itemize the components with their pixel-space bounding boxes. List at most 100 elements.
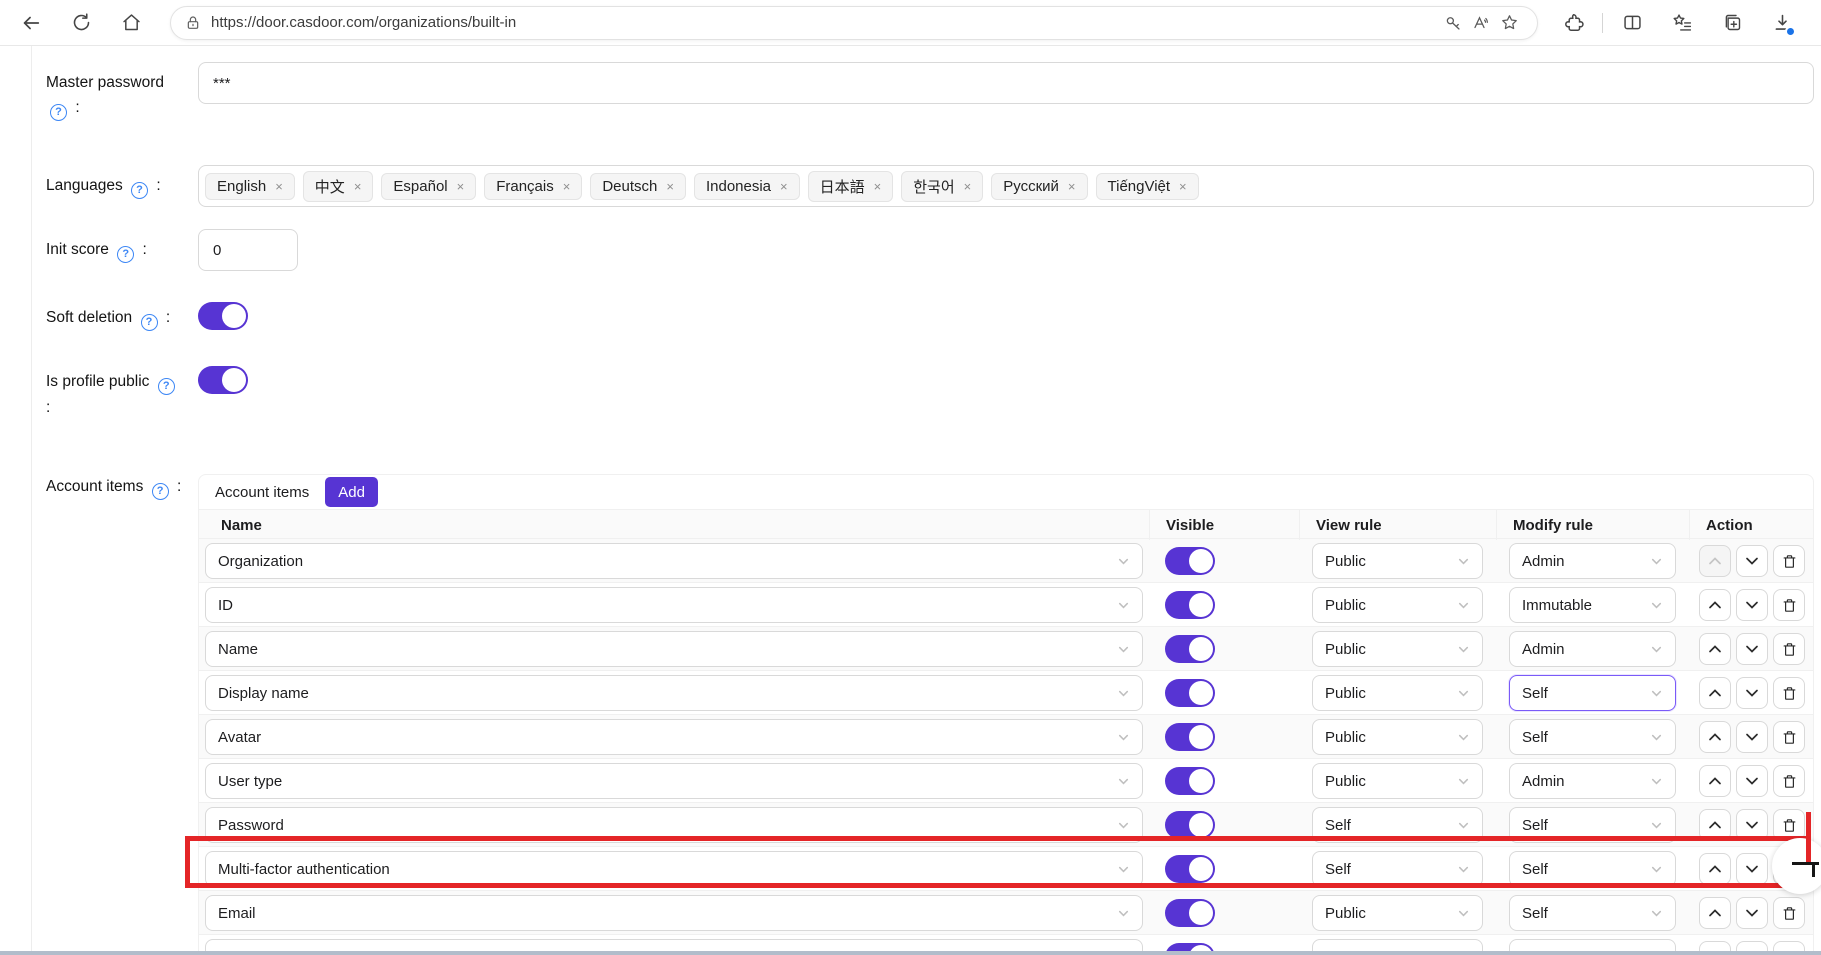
address-bar[interactable]: https://door.casdoor.com/organizations/b… [170, 6, 1538, 40]
move-down-button[interactable] [1736, 809, 1768, 841]
view-rule-select[interactable]: Public [1312, 719, 1483, 755]
split-screen-button[interactable] [1614, 5, 1650, 41]
key-icon [1444, 14, 1462, 32]
item-name-select[interactable]: Organization [205, 543, 1143, 579]
delete-button[interactable] [1773, 677, 1805, 709]
tag-close-icon[interactable]: × [780, 180, 788, 193]
help-icon[interactable]: ? [152, 483, 169, 500]
item-name-select[interactable]: ID [205, 587, 1143, 623]
help-icon[interactable]: ? [50, 104, 67, 121]
move-up-button[interactable] [1699, 721, 1731, 753]
favorites-button[interactable] [1664, 5, 1700, 41]
visible-toggle[interactable] [1165, 855, 1215, 883]
modify-rule-select[interactable]: Self [1509, 675, 1676, 711]
tag-close-icon[interactable]: × [666, 180, 674, 193]
view-rule-select[interactable]: Public [1312, 543, 1483, 579]
languages-box[interactable]: English× 中文× Español× Français× Deutsch×… [198, 165, 1814, 207]
tag-close-icon[interactable]: × [457, 180, 465, 193]
tag-close-icon[interactable]: × [275, 180, 283, 193]
tag-close-icon[interactable]: × [964, 180, 972, 193]
item-name-select[interactable]: Display name [205, 675, 1143, 711]
modify-rule-select[interactable]: Self [1509, 895, 1676, 931]
delete-button[interactable] [1773, 545, 1805, 577]
move-down-button[interactable] [1736, 853, 1768, 885]
modify-rule-select[interactable]: Immutable [1509, 587, 1676, 623]
visible-toggle[interactable] [1165, 591, 1215, 619]
visible-toggle[interactable] [1165, 723, 1215, 751]
modify-rule-select[interactable]: Self [1509, 719, 1676, 755]
view-rule-select[interactable]: Public [1312, 587, 1483, 623]
move-down-button[interactable] [1736, 765, 1768, 797]
trash-icon [1781, 729, 1798, 746]
move-up-button[interactable] [1699, 633, 1731, 665]
view-rule-select[interactable]: Public [1312, 763, 1483, 799]
item-name-select[interactable]: Name [205, 631, 1143, 667]
move-down-button[interactable] [1736, 897, 1768, 929]
move-up-button[interactable] [1699, 897, 1731, 929]
modify-rule-select[interactable]: Admin [1509, 631, 1676, 667]
help-icon[interactable]: ? [141, 314, 158, 331]
tag-close-icon[interactable]: × [874, 180, 882, 193]
master-password-input[interactable] [198, 62, 1814, 104]
item-name-select[interactable]: Password [205, 807, 1143, 843]
delete-button[interactable] [1773, 897, 1805, 929]
move-up-button[interactable] [1699, 765, 1731, 797]
refresh-button[interactable] [63, 5, 99, 41]
visible-toggle[interactable] [1165, 767, 1215, 795]
is-profile-public-toggle[interactable] [198, 366, 248, 394]
favorite-button[interactable] [1495, 9, 1523, 37]
modify-rule-select[interactable]: Self [1509, 807, 1676, 843]
help-icon[interactable]: ? [131, 182, 148, 199]
init-score-input[interactable] [198, 229, 298, 271]
move-down-button[interactable] [1736, 721, 1768, 753]
delete-button[interactable] [1773, 809, 1805, 841]
back-button[interactable] [13, 5, 49, 41]
visible-toggle[interactable] [1165, 635, 1215, 663]
help-icon[interactable]: ? [117, 246, 134, 263]
chevron-down-icon [1744, 729, 1760, 745]
view-rule-select[interactable]: Public [1312, 675, 1483, 711]
modify-rule-select[interactable]: Self [1509, 851, 1676, 887]
read-aloud-button[interactable] [1467, 9, 1495, 37]
home-button[interactable] [113, 5, 149, 41]
view-rule-select[interactable]: Public [1312, 631, 1483, 667]
visible-toggle[interactable] [1165, 899, 1215, 927]
tag-close-icon[interactable]: × [354, 180, 362, 193]
delete-button[interactable] [1773, 633, 1805, 665]
tag-close-icon[interactable]: × [563, 180, 571, 193]
move-up-button[interactable] [1699, 677, 1731, 709]
move-up-button[interactable] [1699, 545, 1731, 577]
view-rule-select[interactable]: Self [1312, 807, 1483, 843]
delete-button[interactable] [1773, 721, 1805, 753]
modify-rule-select[interactable]: Admin [1509, 763, 1676, 799]
move-down-button[interactable] [1736, 589, 1768, 621]
extensions-button[interactable] [1555, 5, 1591, 41]
item-name-select[interactable]: Email [205, 895, 1143, 931]
help-icon[interactable]: ? [158, 378, 175, 395]
visible-toggle[interactable] [1165, 811, 1215, 839]
move-up-button[interactable] [1699, 809, 1731, 841]
soft-deletion-toggle[interactable] [198, 302, 248, 330]
collections-button[interactable] [1714, 5, 1750, 41]
view-rule-select[interactable]: Public [1312, 895, 1483, 931]
visible-toggle[interactable] [1165, 547, 1215, 575]
url-text[interactable]: https://door.casdoor.com/organizations/b… [211, 14, 1439, 31]
visible-toggle[interactable] [1165, 679, 1215, 707]
move-up-button[interactable] [1699, 853, 1731, 885]
add-button[interactable]: Add [325, 477, 378, 507]
tag-close-icon[interactable]: × [1068, 180, 1076, 193]
item-name-select[interactable]: Avatar [205, 719, 1143, 755]
delete-button[interactable] [1773, 765, 1805, 797]
modify-rule-select[interactable]: Admin [1509, 543, 1676, 579]
delete-button[interactable] [1773, 589, 1805, 621]
move-up-button[interactable] [1699, 589, 1731, 621]
view-rule-select[interactable]: Self [1312, 851, 1483, 887]
downloads-button[interactable] [1764, 5, 1800, 41]
item-name-select[interactable]: Multi-factor authentication [205, 851, 1143, 887]
password-key-button[interactable] [1439, 9, 1467, 37]
move-down-button[interactable] [1736, 633, 1768, 665]
tag-close-icon[interactable]: × [1179, 180, 1187, 193]
move-down-button[interactable] [1736, 545, 1768, 577]
move-down-button[interactable] [1736, 677, 1768, 709]
item-name-select[interactable]: User type [205, 763, 1143, 799]
